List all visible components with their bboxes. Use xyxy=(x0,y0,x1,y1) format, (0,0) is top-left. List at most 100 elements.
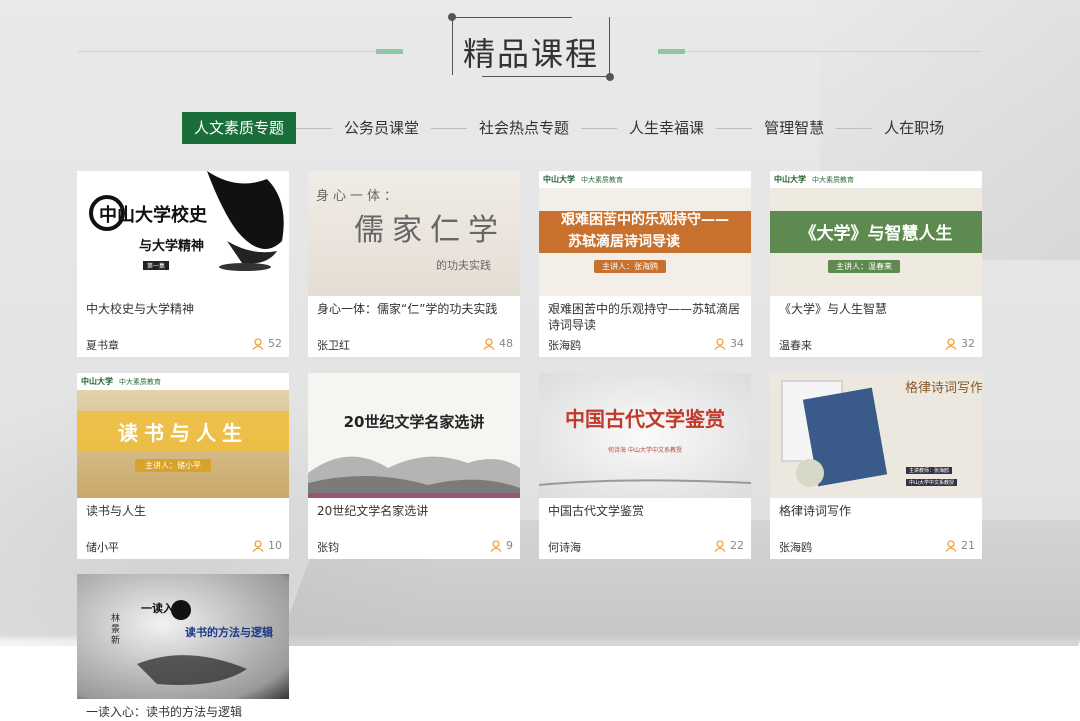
course-title[interactable]: 身心一体：儒家“仁”学的功夫实践 xyxy=(317,301,513,317)
teacher-name: 何诗海 xyxy=(548,541,581,554)
learner-count-value: 22 xyxy=(730,539,744,552)
learner-count-value: 48 xyxy=(499,337,513,350)
course-meta: 温春来 32 xyxy=(779,337,975,353)
title-accent-left xyxy=(376,49,403,54)
course-meta: 何诗海 22 xyxy=(548,539,744,555)
course-thumbnail[interactable]: 中山大学校史 与大学精神 第一集 xyxy=(77,171,289,296)
tab-separator xyxy=(431,127,468,129)
tab-separator xyxy=(296,127,333,129)
title-frame: 精品课程 xyxy=(448,13,614,81)
tab-separator xyxy=(581,127,618,129)
teacher-name: 张卫红 xyxy=(317,339,350,352)
course-title[interactable]: 艰难困苦中的乐观持守——苏轼滴居诗词导读 xyxy=(548,301,744,333)
university-logo: 中山大学 中大素质教育 xyxy=(770,171,982,188)
course-title[interactable]: 一读入心：读书的方法与逻辑 xyxy=(86,704,282,720)
thumb-line-1: 格律诗词写作 xyxy=(905,381,982,396)
thumb-line-1: 身心一体： xyxy=(316,189,402,204)
course-title[interactable]: 读书与人生 xyxy=(86,503,282,519)
course-title[interactable]: 《大学》与人生智慧 xyxy=(779,301,975,317)
course-card[interactable]: 中山大学校史 与大学精神 第一集 中大校史与大学精神 夏书章 52 xyxy=(77,171,289,357)
user-icon xyxy=(490,539,502,552)
thumb-line-2: 与大学精神 xyxy=(139,239,205,254)
course-thumbnail[interactable]: 中山大学 中大素质教育 读书与人生 主讲人：储小平 xyxy=(77,373,289,498)
thumb-line-1: 艰难困苦中的乐观持守—— xyxy=(561,212,729,228)
thumb-line-2: 主讲教师：张海鸥 xyxy=(906,467,953,474)
course-title[interactable]: 格律诗词写作 xyxy=(779,503,975,519)
course-card[interactable]: 一读入心 读书的方法与逻辑 林景新 一读入心：读书的方法与逻辑 xyxy=(77,574,289,721)
learner-count: 32 xyxy=(945,337,975,350)
course-thumbnail[interactable]: 中国古代文学鉴赏 何诗海 中山大学中文系教授 xyxy=(539,373,751,498)
learner-count: 48 xyxy=(483,337,513,350)
course-meta: 夏书章 52 xyxy=(86,337,282,353)
course-title[interactable]: 中国古代文学鉴赏 xyxy=(548,503,744,519)
course-meta: 张钧 9 xyxy=(317,539,513,555)
course-card[interactable]: 中国古代文学鉴赏 何诗海 中山大学中文系教授 中国古代文学鉴赏 何诗海 22 xyxy=(539,373,751,559)
thumb-line-3: 林景新 xyxy=(111,614,121,646)
tab-humanities[interactable]: 人文素质专题 xyxy=(182,112,297,144)
course-thumbnail[interactable]: 格律诗词写作 主讲教师：张海鸥 中山大学中文系教授 xyxy=(770,373,982,498)
tab-separator xyxy=(836,127,873,129)
user-icon xyxy=(252,337,264,350)
category-tabs: 人文素质专题 公务员课堂 社会热点专题 人生幸福课 管理智慧 人在职场 xyxy=(182,112,956,144)
course-meta: 张卫红 48 xyxy=(317,337,513,353)
tab-civil-service[interactable]: 公务员课堂 xyxy=(332,112,431,144)
course-thumbnail[interactable]: 中山大学 中大素质教育 艰难困苦中的乐观持守—— 苏轼滴居诗词导读 主讲人：张海鸥 xyxy=(539,171,751,296)
thumb-line-1: 一读入心 xyxy=(141,602,185,615)
thumb-line-2: 读书的方法与逻辑 xyxy=(185,626,273,639)
teacher-name: 温春来 xyxy=(779,339,812,352)
section-header: 精品课程 xyxy=(0,0,1080,100)
course-meta: 张海鸥 21 xyxy=(779,539,975,555)
tab-workplace[interactable]: 人在职场 xyxy=(872,112,956,144)
course-card[interactable]: 20世纪文学名家选讲 20世纪文学名家选讲 张钧 9 xyxy=(308,373,520,559)
thumb-line-1: 中山大学校史 xyxy=(99,205,207,226)
user-icon xyxy=(252,539,264,552)
course-title[interactable]: 中大校史与大学精神 xyxy=(86,301,282,317)
teacher-name: 张钧 xyxy=(317,541,339,554)
thumb-line-2: 儒家仁学 xyxy=(354,213,506,248)
learner-count-value: 9 xyxy=(506,539,513,552)
course-thumbnail[interactable]: 中山大学 中大素质教育 《大学》与智慧人生 主讲人：温春来 xyxy=(770,171,982,296)
course-meta: 储小平 10 xyxy=(86,539,282,555)
thumb-line-3: 第一集 xyxy=(143,261,170,270)
thumb-line-2: 苏轼滴居诗词导读 xyxy=(568,234,680,250)
course-card[interactable]: 身心一体： 儒家仁学 的功夫实践 身心一体：儒家“仁”学的功夫实践 张卫红 48 xyxy=(308,171,520,357)
course-card[interactable]: 格律诗词写作 主讲教师：张海鸥 中山大学中文系教授 格律诗词写作 张海鸥 21 xyxy=(770,373,982,559)
learner-count-value: 32 xyxy=(961,337,975,350)
course-card[interactable]: 中山大学 中大素质教育 《大学》与智慧人生 主讲人：温春来 《大学》与人生智慧 温… xyxy=(770,171,982,357)
user-icon xyxy=(945,337,957,350)
learner-count: 52 xyxy=(252,337,282,350)
tab-separator xyxy=(716,127,753,129)
teacher-name: 张海鸥 xyxy=(548,339,581,352)
course-thumbnail[interactable]: 一读入心 读书的方法与逻辑 林景新 xyxy=(77,574,289,699)
teacher-name: 储小平 xyxy=(86,541,119,554)
course-card[interactable]: 中山大学 中大素质教育 读书与人生 主讲人：储小平 读书与人生 储小平 10 xyxy=(77,373,289,559)
course-card[interactable]: 中山大学 中大素质教育 艰难困苦中的乐观持守—— 苏轼滴居诗词导读 主讲人：张海鸥… xyxy=(539,171,751,357)
title-line-right xyxy=(658,51,982,52)
user-icon xyxy=(483,337,495,350)
learner-count-value: 21 xyxy=(961,539,975,552)
user-icon xyxy=(714,337,726,350)
learner-count: 21 xyxy=(945,539,975,552)
learner-count-value: 34 xyxy=(730,337,744,350)
course-title[interactable]: 20世纪文学名家选讲 xyxy=(317,503,513,519)
learner-count: 22 xyxy=(714,539,744,552)
course-thumbnail[interactable]: 身心一体： 儒家仁学 的功夫实践 xyxy=(308,171,520,296)
user-icon xyxy=(714,539,726,552)
tab-management[interactable]: 管理智慧 xyxy=(752,112,836,144)
title-accent-right xyxy=(658,49,685,54)
learner-count: 10 xyxy=(252,539,282,552)
tab-happiness[interactable]: 人生幸福课 xyxy=(617,112,716,144)
tab-social-hotspots[interactable]: 社会热点专题 xyxy=(467,112,581,144)
thumb-line-3: 主讲人：温春来 xyxy=(828,260,900,273)
thumb-line-1: 20世纪文学名家选讲 xyxy=(343,413,485,431)
learner-count: 9 xyxy=(490,539,513,552)
title-line-left xyxy=(78,51,403,52)
university-logo: 中山大学 中大素质教育 xyxy=(539,171,751,188)
university-logo: 中山大学 中大素质教育 xyxy=(77,373,289,390)
thumb-line-3: 的功夫实践 xyxy=(436,259,491,272)
teacher-name: 张海鸥 xyxy=(779,541,812,554)
course-thumbnail[interactable]: 20世纪文学名家选讲 xyxy=(308,373,520,498)
learner-count: 34 xyxy=(714,337,744,350)
course-meta: 张海鸥 34 xyxy=(548,337,744,353)
thumb-line-1: 读书与人生 xyxy=(118,421,248,445)
